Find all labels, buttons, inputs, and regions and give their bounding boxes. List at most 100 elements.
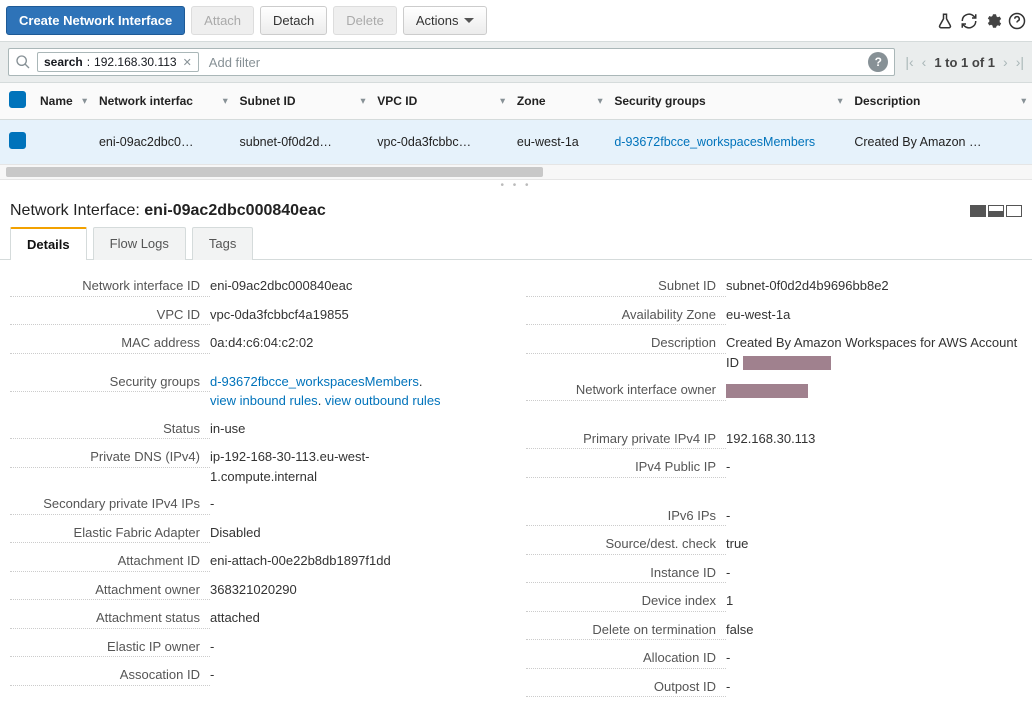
val-sdc: true (726, 534, 1022, 554)
actions-dropdown[interactable]: Actions (403, 6, 488, 35)
chip-key: search (44, 55, 83, 69)
lbl-desc: Description (526, 333, 726, 354)
lbl-secip: Secondary private IPv4 IPs (10, 494, 210, 515)
flask-icon[interactable] (936, 12, 954, 30)
table-row[interactable]: eni-09ac2dbc0… subnet-0f0d2d… vpc-0da3fc… (0, 120, 1032, 165)
create-network-interface-button[interactable]: Create Network Interface (6, 6, 185, 35)
lbl-eipown: Elastic IP owner (10, 637, 210, 658)
pager-first-icon[interactable]: |‹ (905, 54, 913, 70)
inbound-rules-link[interactable]: view inbound rules (210, 393, 318, 408)
lbl-vpc: VPC ID (10, 305, 210, 326)
val-nid: eni-09ac2dbc000840eac (210, 276, 506, 296)
tab-details[interactable]: Details (10, 227, 87, 260)
col-subnet[interactable]: Subnet ID▾ (234, 83, 372, 120)
val-sg: d-93672fbcce_workspacesMembers. view inb… (210, 372, 506, 411)
filter-help-icon[interactable]: ? (868, 52, 888, 72)
col-zone[interactable]: Zone▾ (511, 83, 608, 120)
val-attown: 368321020290 (210, 580, 506, 600)
sort-icon: ▾ (500, 96, 505, 107)
sg-link[interactable]: d-93672fbcce_workspacesMembers (210, 374, 419, 389)
gear-icon[interactable] (984, 12, 1002, 30)
cell-vpc: vpc-0da3fcbbc… (371, 120, 511, 165)
sort-icon: ▾ (361, 96, 366, 107)
cell-name (34, 120, 93, 165)
lbl-assoc: Assocation ID (10, 665, 210, 686)
val-inst: - (726, 563, 1022, 583)
horizontal-scrollbar[interactable] (0, 164, 1032, 180)
pager-prev-icon[interactable]: ‹ (922, 54, 927, 70)
val-pip: 192.168.30.113 (726, 429, 1022, 449)
val-devidx: 1 (726, 591, 1022, 611)
search-icon (15, 54, 31, 70)
redacted-account-id (743, 356, 831, 370)
lbl-subnet: Subnet ID (526, 276, 726, 297)
detach-button[interactable]: Detach (260, 6, 327, 35)
actions-label: Actions (416, 13, 459, 28)
lbl-pubip: IPv4 Public IP (526, 457, 726, 478)
val-ipv6: - (726, 506, 1022, 526)
sort-icon: ▾ (82, 96, 87, 107)
val-mac: 0a:d4:c6:04:c2:02 (210, 333, 506, 353)
tab-tags[interactable]: Tags (192, 227, 253, 260)
filter-chip[interactable]: search : 192.168.30.113 ✕ (37, 52, 199, 72)
lbl-pdns: Private DNS (IPv4) (10, 447, 210, 468)
val-efa: Disabled (210, 523, 506, 543)
lbl-nid: Network interface ID (10, 276, 210, 297)
val-delterm: false (726, 620, 1022, 640)
add-filter-placeholder[interactable]: Add filter (205, 53, 863, 72)
sort-icon: ▾ (598, 96, 603, 107)
val-alloc: - (726, 648, 1022, 668)
col-desc[interactable]: Description▾ (848, 83, 1032, 120)
resize-handle[interactable]: • • • (0, 180, 1032, 192)
pager-last-icon[interactable]: ›| (1016, 54, 1024, 70)
lbl-devidx: Device index (526, 591, 726, 612)
col-eni[interactable]: Network interfac▾ (93, 83, 234, 120)
col-checkbox[interactable] (0, 83, 34, 120)
layout-split-icon[interactable] (988, 205, 1004, 217)
tab-flowlogs[interactable]: Flow Logs (93, 227, 186, 260)
val-pubip: - (726, 457, 1022, 477)
sort-icon: ▾ (223, 96, 228, 107)
cell-desc: Created By Amazon … (848, 120, 1032, 165)
lbl-delterm: Delete on termination (526, 620, 726, 641)
select-all-checkbox[interactable] (9, 91, 26, 108)
sort-icon: ▾ (1021, 96, 1026, 107)
col-sg[interactable]: Security groups▾ (608, 83, 848, 120)
val-owner (726, 380, 1022, 400)
col-vpc[interactable]: VPC ID▾ (371, 83, 511, 120)
lbl-alloc: Allocation ID (526, 648, 726, 669)
scrollbar-thumb[interactable] (6, 167, 543, 177)
layout-max-icon[interactable] (1006, 205, 1022, 217)
val-assoc: - (210, 665, 506, 685)
cell-zone: eu-west-1a (511, 120, 608, 165)
lbl-ipv6: IPv6 IPs (526, 506, 726, 527)
lbl-efa: Elastic Fabric Adapter (10, 523, 210, 544)
chevron-down-icon (464, 18, 474, 24)
val-outpost: - (726, 677, 1022, 697)
lbl-mac: MAC address (10, 333, 210, 354)
val-subnet: subnet-0f0d2d4b9696bb8e2 (726, 276, 1022, 296)
help-icon[interactable] (1008, 12, 1026, 30)
pager-count: 1 to 1 of 1 (934, 55, 995, 70)
attach-button[interactable]: Attach (191, 6, 254, 35)
detail-title: Network Interface: eni-09ac2dbc000840eac (10, 202, 326, 220)
val-secip: - (210, 494, 506, 514)
col-name[interactable]: Name▾ (34, 83, 93, 120)
val-attid: eni-attach-00e22b8db1897f1dd (210, 551, 506, 571)
refresh-icon[interactable] (960, 12, 978, 30)
outbound-rules-link[interactable]: view outbound rules (325, 393, 441, 408)
chip-remove-icon[interactable]: ✕ (183, 56, 192, 69)
lbl-status: Status (10, 419, 210, 440)
lbl-attid: Attachment ID (10, 551, 210, 572)
cell-sg[interactable]: d-93672fbcce_workspacesMembers (608, 120, 848, 165)
val-eipown: - (210, 637, 506, 657)
lbl-outpost: Outpost ID (526, 677, 726, 698)
row-checkbox[interactable] (9, 132, 26, 149)
eni-table: Name▾ Network interfac▾ Subnet ID▾ VPC I… (0, 83, 1032, 164)
pager-next-icon[interactable]: › (1003, 54, 1008, 70)
delete-button[interactable]: Delete (333, 6, 397, 35)
layout-min-icon[interactable] (970, 205, 986, 217)
filter-bar[interactable]: search : 192.168.30.113 ✕ Add filter ? (8, 48, 895, 76)
pager: |‹ ‹ 1 to 1 of 1 › ›| (905, 54, 1024, 70)
cell-subnet: subnet-0f0d2d… (234, 120, 372, 165)
